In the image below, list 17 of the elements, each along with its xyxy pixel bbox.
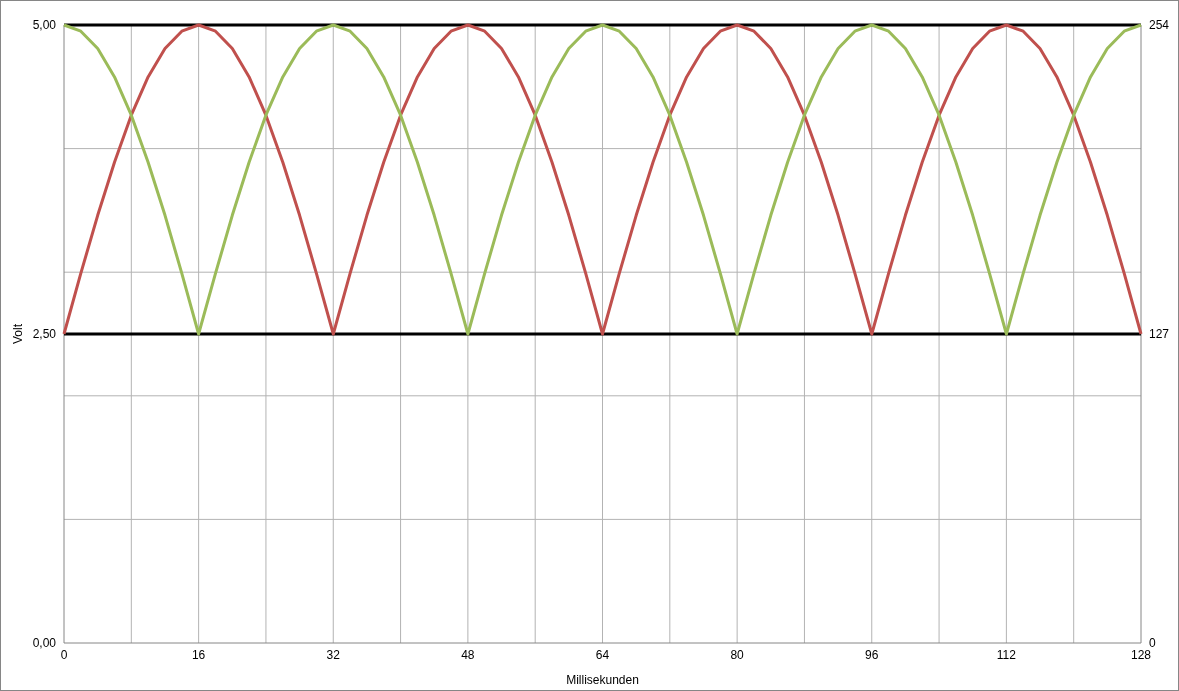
- axis-label: 96: [865, 648, 879, 662]
- axis-label: 5,00: [32, 18, 56, 32]
- axis-label: 0: [1149, 636, 1156, 650]
- axis-label: 254: [1149, 18, 1170, 32]
- axis-label: 80: [730, 648, 744, 662]
- axis-label: 0: [60, 648, 68, 662]
- axis-label: 112: [996, 648, 1016, 662]
- axis-title: Volt: [11, 324, 25, 344]
- axis-label: 48: [461, 648, 475, 662]
- axis-label: 16: [191, 648, 206, 662]
- axis-label: 0,00: [32, 636, 56, 650]
- axis-title: Millisekunden: [566, 673, 639, 687]
- axis-label: 32: [326, 648, 340, 662]
- axis-label: 64: [595, 648, 610, 662]
- axis-label: 128: [1131, 648, 1151, 662]
- axis-label: 127: [1149, 327, 1170, 341]
- axis-label: 2,50: [32, 327, 56, 341]
